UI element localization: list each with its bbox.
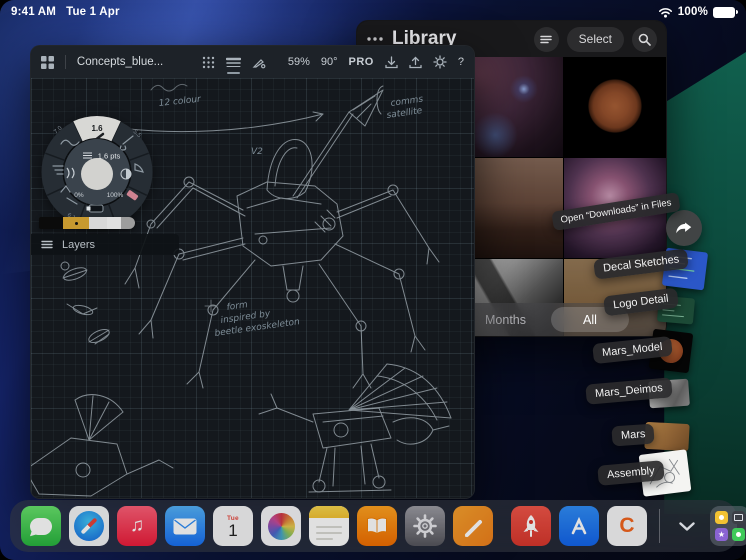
photo-thumbnail-mars-globe[interactable]: [563, 57, 666, 157]
dock-app-c-swirl[interactable]: C: [607, 506, 647, 546]
selected-tool-size: 1.6: [91, 124, 103, 133]
ipad-screen: 9:41 AM Tue 1 Apr 100% Library Select Mo…: [0, 0, 746, 560]
chevron-down-icon: [679, 521, 695, 531]
calendar-day: 1: [228, 521, 238, 541]
app-library-mini-icon: [732, 528, 745, 541]
concepts-toolbar: Concepts_blue... 59% 90° PRO ?: [31, 46, 474, 78]
app-library-mini-icon: ★: [715, 528, 728, 541]
dock-collapse-chevron[interactable]: [672, 506, 702, 546]
tool-wheel[interactable]: 1.6 7.0 5.5 6.1 1.6 pts: [39, 108, 155, 228]
dock-app-notes[interactable]: [309, 506, 349, 546]
color-swatch-gold-selected[interactable]: [63, 217, 89, 229]
color-swatch-white[interactable]: [107, 217, 121, 229]
dock-app-messages[interactable]: [21, 506, 61, 546]
drag-item-label[interactable]: Mars: [611, 423, 656, 447]
zoom-level[interactable]: 59%: [288, 56, 310, 68]
app-library-mini-icon: [732, 511, 745, 524]
color-swatch-black[interactable]: [39, 217, 63, 229]
compass-icon: [74, 511, 104, 541]
opacity-value: 100%: [107, 192, 124, 199]
opacity-icon: [126, 169, 131, 179]
chat-bubble-icon: [30, 517, 52, 535]
select-button[interactable]: Select: [566, 26, 624, 52]
pro-badge[interactable]: PRO: [349, 56, 374, 68]
clock: 9:41 AM: [11, 6, 57, 18]
music-note-icon: ♫: [129, 515, 145, 536]
segment-months[interactable]: Months: [485, 303, 526, 336]
photos-flower-icon: [267, 512, 295, 540]
dock-app-appstore[interactable]: [559, 506, 599, 546]
canvas-note: V2: [251, 147, 263, 157]
search-button[interactable]: [632, 26, 657, 52]
envelope-icon: [173, 518, 197, 534]
dock-app-music[interactable]: ♫: [117, 506, 157, 546]
dots-grid-icon[interactable]: [202, 56, 215, 69]
active-color-swatch[interactable]: [81, 158, 113, 190]
share-button[interactable]: [666, 210, 702, 246]
dock-divider: [659, 509, 660, 543]
app-library-mini-icon: [715, 511, 728, 524]
stylus-icon[interactable]: [252, 55, 266, 69]
search-icon: [638, 33, 651, 46]
status-bar: 9:41 AM Tue 1 Apr 100%: [0, 0, 746, 24]
color-swatch-bar: [39, 217, 135, 229]
color-swatch-gray[interactable]: [121, 217, 135, 229]
settings-gear-icon[interactable]: [433, 55, 447, 69]
wifi-icon: [658, 8, 672, 18]
dock: ♫ Tue 1 C ★: [10, 500, 746, 552]
appstore-a-icon: [571, 516, 587, 535]
app-grid-icon[interactable]: [41, 55, 54, 69]
dock-app-library[interactable]: ★: [710, 506, 746, 546]
more-options-icon[interactable]: [366, 36, 384, 42]
share-arrow-icon: [676, 222, 692, 234]
dock-app-settings[interactable]: [405, 506, 445, 546]
date: Tue 1 Apr: [66, 6, 120, 18]
dock-app-rocket[interactable]: [511, 506, 551, 546]
canvas-note: 12 colour: [158, 94, 202, 108]
dock-app-mail[interactable]: [165, 506, 205, 546]
line-weight-icon[interactable]: [225, 57, 241, 74]
dock-app-calendar[interactable]: Tue 1: [213, 506, 253, 546]
export-icon[interactable]: [409, 56, 422, 69]
battery-icon: [713, 6, 738, 18]
canvas-note: inspired by: [220, 309, 272, 326]
photo-thumbnail-mars-terrain[interactable]: [460, 158, 563, 258]
canvas-note: comms: [390, 94, 424, 108]
import-icon[interactable]: [385, 55, 398, 69]
canvas-note: beetle exoskeleton: [214, 317, 301, 339]
drawing-canvas[interactable]: 12 colour comms satellite V2 form inspir…: [31, 78, 474, 498]
document-title[interactable]: Concepts_blue...: [77, 56, 163, 68]
layers-icon: [41, 240, 53, 249]
concepts-app-window: Concepts_blue... 59% 90° PRO ? 12 colour…: [30, 45, 475, 499]
smoothing-value: 0%: [74, 192, 84, 199]
rotation-value[interactable]: 90°: [321, 56, 338, 68]
canvas-note: form: [226, 300, 249, 313]
divider: [65, 55, 66, 69]
help-button[interactable]: ?: [458, 56, 464, 68]
gear-icon: [413, 514, 437, 538]
dock-app-photos[interactable]: [261, 506, 301, 546]
view-options-button[interactable]: [533, 26, 559, 52]
open-book-icon: [367, 517, 387, 535]
canvas-note: satellite: [386, 106, 423, 121]
pen-icon: [465, 520, 482, 537]
rocket-icon: [523, 515, 539, 537]
layers-button[interactable]: Layers: [31, 234, 179, 255]
photo-thumbnail-horsehead-nebula[interactable]: [460, 57, 563, 157]
dock-app-safari[interactable]: [69, 506, 109, 546]
dock-app-concepts[interactable]: [453, 506, 493, 546]
battery-percent: 100%: [677, 6, 708, 18]
dock-app-books[interactable]: [357, 506, 397, 546]
c-logo: C: [619, 514, 635, 537]
color-swatch-lightgray[interactable]: [89, 217, 107, 229]
layers-label: Layers: [62, 238, 96, 251]
